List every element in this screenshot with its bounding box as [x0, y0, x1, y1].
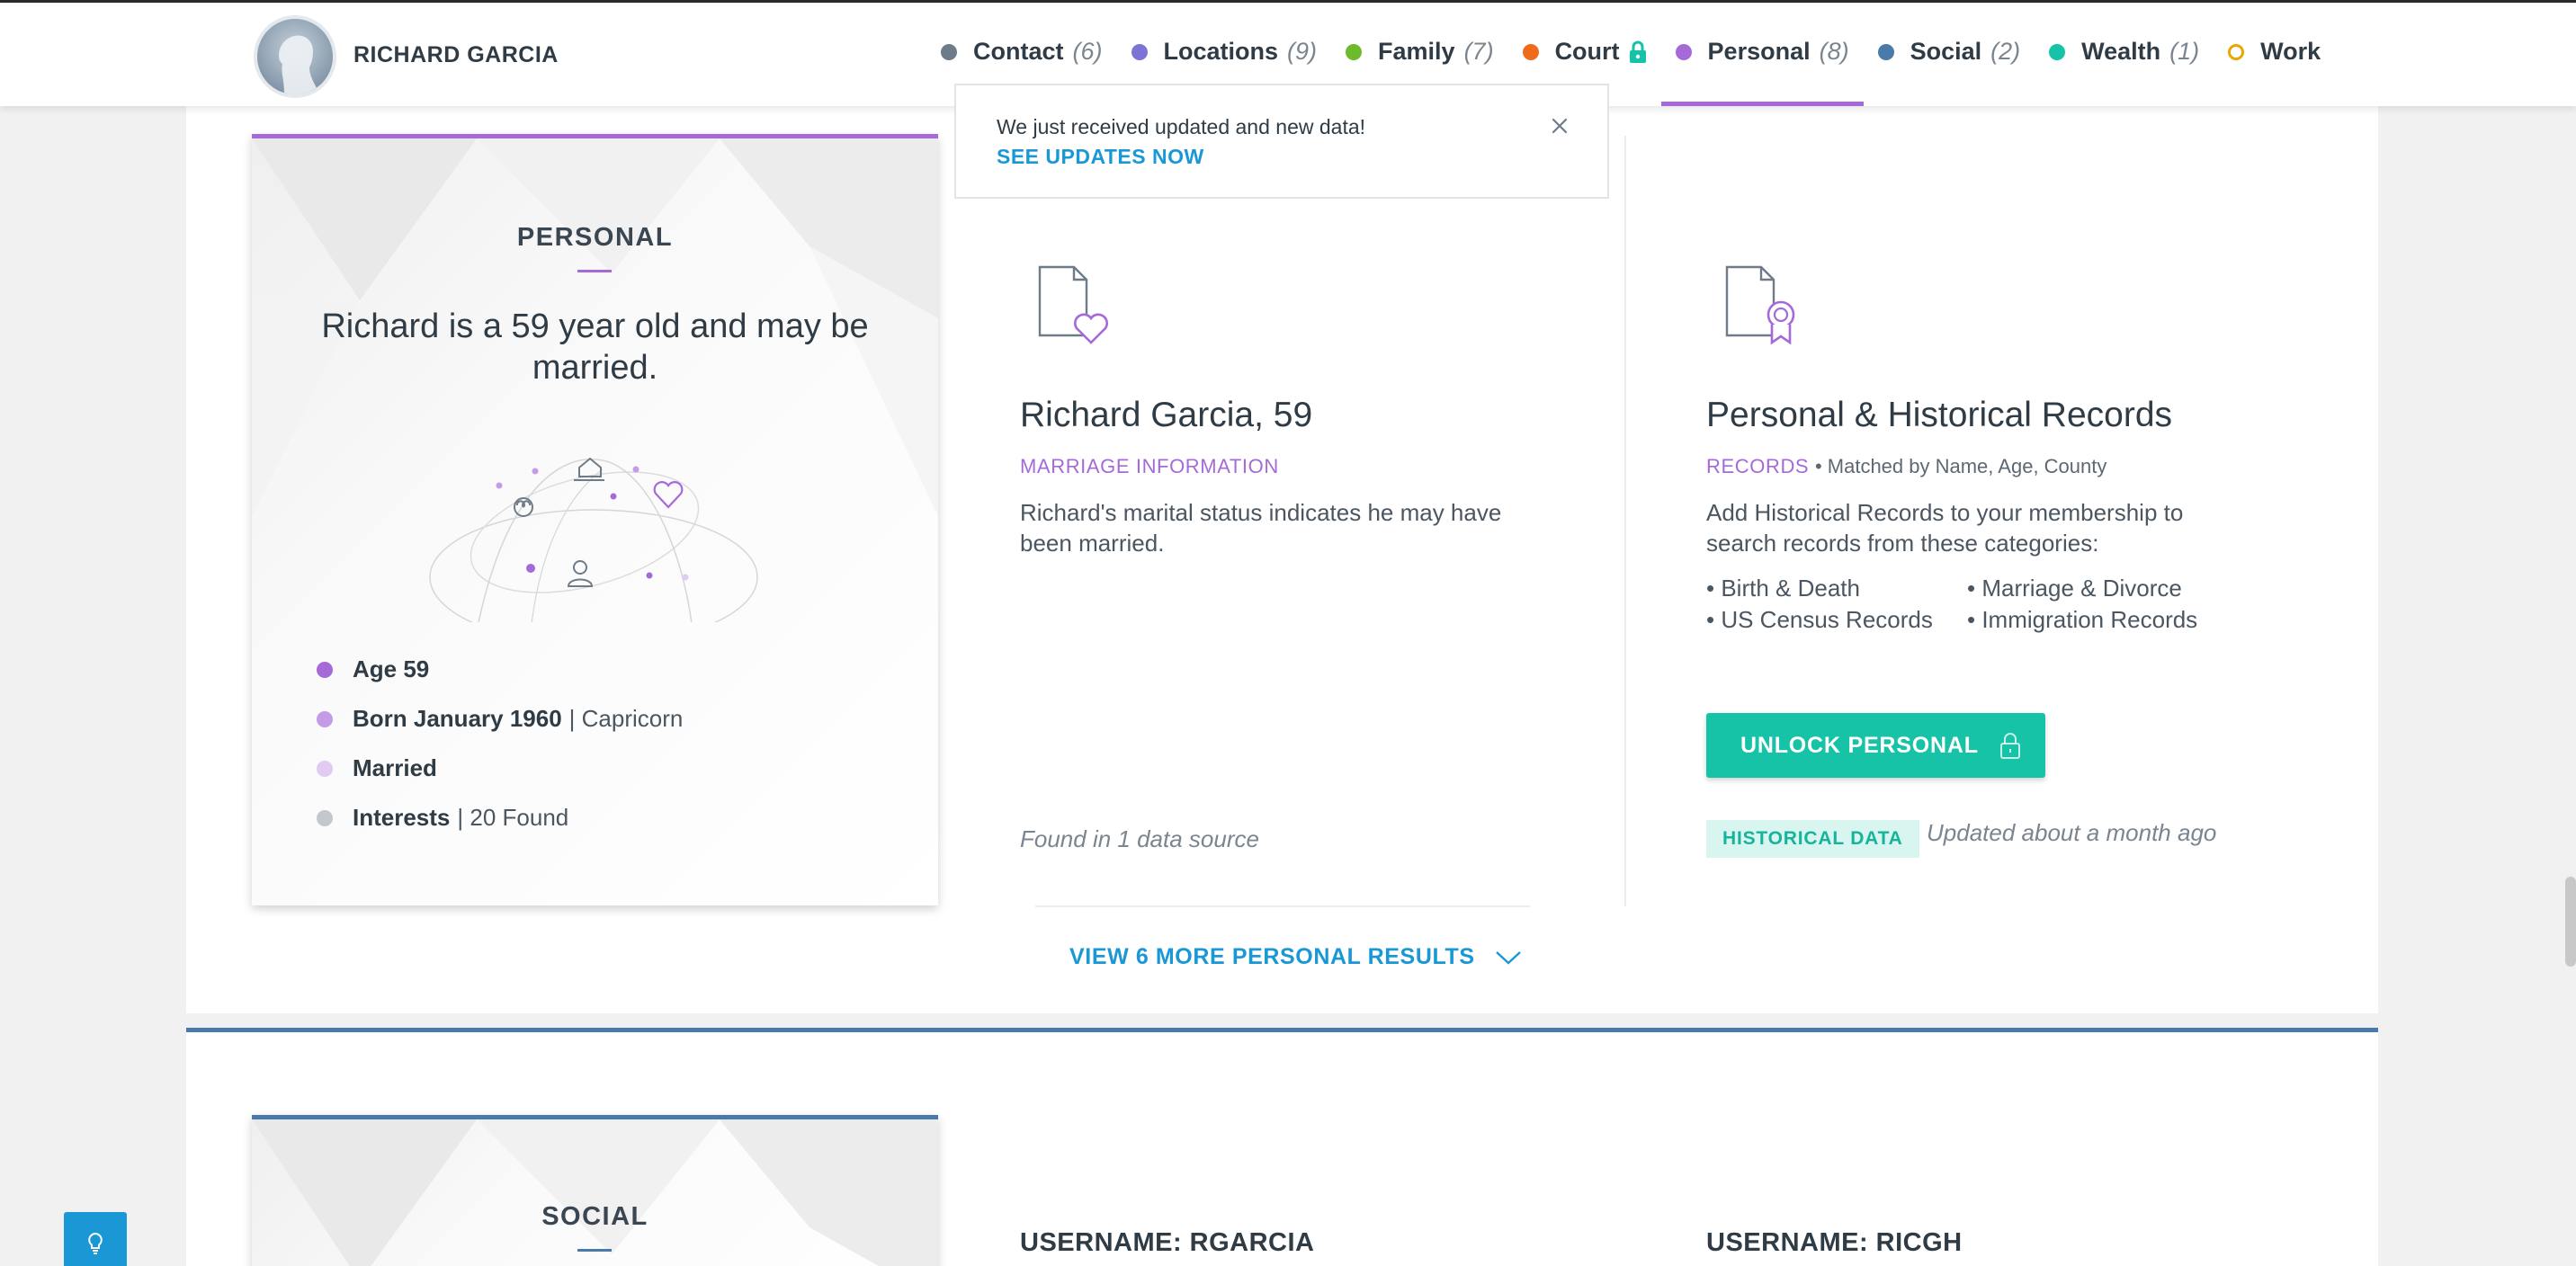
person-icon — [567, 560, 594, 587]
records-tag: RECORDS — [1706, 455, 1810, 477]
bullet-dot-icon — [317, 809, 333, 826]
personal-summary: Richard is a 59 year old and may be marr… — [321, 308, 869, 387]
tab-label: Work — [2260, 38, 2321, 65]
column-divider — [1624, 136, 1626, 906]
card-title: SOCIAL — [541, 1202, 648, 1231]
tab-label: Wealth — [2081, 38, 2161, 65]
fact-item: Born January 1960 | Capricorn — [317, 694, 683, 744]
tab-wealth[interactable]: Wealth (1) — [2035, 3, 2214, 106]
fact-label: Born January 1960 — [353, 705, 562, 732]
button-label: UNLOCK PERSONAL — [1740, 732, 1979, 758]
tab-social[interactable]: Social (2) — [1864, 3, 2035, 106]
lightbulb-icon — [88, 1232, 103, 1254]
tab-label: Contact — [973, 38, 1064, 65]
fact-item: Married — [317, 744, 683, 793]
lock-icon — [1999, 733, 2020, 759]
see-updates-link[interactable]: SEE UPDATES NOW — [997, 145, 1204, 169]
unlock-personal-button[interactable]: UNLOCK PERSONAL — [1706, 713, 2045, 778]
family-dot-icon — [1346, 43, 1363, 60]
tab-count: (9) — [1287, 38, 1318, 65]
locations-dot-icon — [1131, 43, 1148, 60]
tab-count: (6) — [1072, 38, 1103, 65]
profile-avatar — [254, 15, 336, 98]
tab-label: Family — [1378, 38, 1455, 65]
heart-icon — [653, 481, 684, 509]
fact-label: Age 59 — [353, 655, 430, 682]
notification-text: We just received updated and new data! — [997, 115, 1366, 138]
records-result-title: Personal & Historical Records — [1706, 396, 2173, 434]
house-hand-icon — [574, 457, 604, 481]
ram-icon — [514, 497, 533, 517]
marriage-description: Richard's marital status indicates he ma… — [1020, 499, 1502, 557]
tab-count: (8) — [1819, 38, 1849, 65]
update-notification: We just received updated and new data! S… — [954, 84, 1609, 199]
bullet-dot-icon — [317, 661, 333, 678]
scrollbar-thumb[interactable] — [2565, 877, 2576, 967]
personal-dot-icon — [1675, 43, 1692, 60]
tab-label: Court — [1554, 38, 1620, 65]
updated-timestamp: Updated about a month ago — [1927, 819, 2217, 846]
tab-count: (2) — [1990, 38, 2021, 65]
social-summary-card: SOCIAL — [252, 1115, 938, 1266]
category-item: • Marriage & Divorce — [1967, 575, 2182, 602]
category-item: • Immigration Records — [1967, 606, 2198, 633]
marriage-result-title: Richard Garcia, 59 — [1020, 396, 1313, 434]
person-name: RICHARD GARCIA — [353, 42, 559, 67]
personal-summary-card: PERSONAL Richard is a 59 year old and ma… — [252, 134, 938, 905]
records-description: Add Historical Records to your membershi… — [1706, 499, 2184, 557]
tab-work[interactable]: Work — [2214, 3, 2335, 106]
category-item: • Birth & Death — [1706, 575, 1860, 602]
data-source-count: Found in 1 data source — [1020, 825, 1259, 852]
tab-label: Locations — [1163, 38, 1279, 65]
close-icon[interactable] — [1546, 112, 1573, 139]
fact-label: Married — [353, 754, 437, 781]
category-item: • US Census Records — [1706, 606, 1933, 633]
tab-count: (1) — [2169, 38, 2200, 65]
social-username: USERNAME: RGARCIA — [1020, 1228, 1315, 1257]
contact-dot-icon — [941, 43, 957, 60]
marriage-info-tag: MARRIAGE INFORMATION — [1020, 455, 1279, 477]
wealth-dot-icon — [2049, 43, 2066, 60]
tab-personal[interactable]: Personal (8) — [1660, 3, 1864, 106]
personal-orbit-illustration — [429, 457, 758, 622]
title-underline — [577, 270, 612, 272]
fact-item: Interests | 20 Found — [317, 793, 683, 843]
person-silhouette-icon — [279, 35, 320, 94]
social-username: USERNAME: RICGH — [1706, 1228, 1963, 1257]
match-criteria: Matched by Name, Age, County — [1827, 455, 2107, 477]
chevron-down-icon — [1495, 950, 1521, 965]
document-ribbon-icon — [1725, 265, 1795, 345]
tab-label: Personal — [1707, 38, 1811, 65]
faceted-background — [252, 1119, 938, 1266]
tag-separator: • — [1814, 455, 1828, 477]
bullet-dot-icon — [317, 760, 333, 777]
more-results-label: VIEW 6 MORE PERSONAL RESULTS — [1069, 944, 1475, 969]
personal-facts-list: Age 59 Born January 1960 | Capricorn Mar… — [317, 645, 683, 843]
document-heart-icon — [1038, 265, 1108, 344]
court-dot-icon — [1522, 43, 1539, 60]
view-more-results-link[interactable]: VIEW 6 MORE PERSONAL RESULTS — [1069, 944, 1522, 970]
work-dot-icon — [2228, 43, 2245, 60]
title-underline — [577, 1249, 612, 1252]
records-tag-line: RECORDS • Matched by Name, Age, County — [1706, 455, 2106, 478]
social-dot-icon — [1877, 43, 1894, 60]
bullet-dot-icon — [317, 710, 333, 727]
record-categories-list: • Birth & Death • Marriage & Divorce • U… — [1706, 573, 2228, 636]
card-title: PERSONAL — [516, 223, 674, 252]
fact-suffix: | Capricorn — [568, 705, 684, 732]
fact-item: Age 59 — [317, 645, 683, 694]
fact-suffix: | 20 Found — [457, 804, 569, 831]
tab-count: (7) — [1463, 38, 1494, 65]
historical-data-badge: HISTORICAL DATA — [1706, 820, 1919, 858]
lock-icon — [1629, 40, 1646, 63]
tab-label: Social — [1910, 38, 1982, 65]
results-divider — [1035, 905, 1530, 907]
help-button[interactable] — [64, 1212, 127, 1266]
fact-label: Interests — [353, 804, 451, 831]
